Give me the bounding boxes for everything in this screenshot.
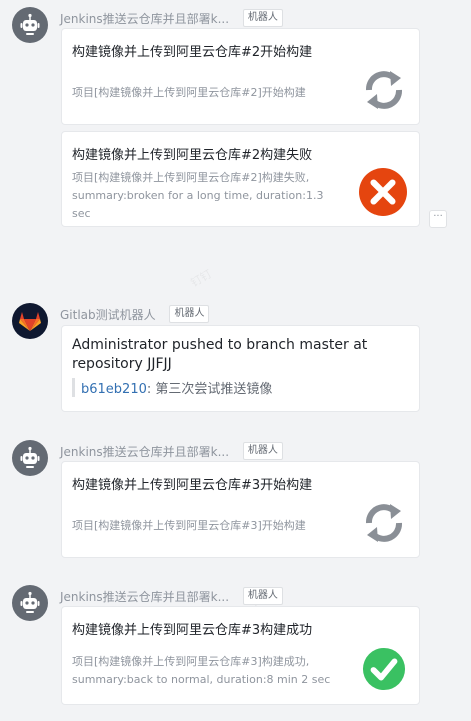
- robot-icon: [20, 591, 40, 613]
- sender-name[interactable]: Jenkins推送云仓库并且部署k...: [60, 443, 229, 460]
- robot-tag: 机器人: [242, 587, 283, 605]
- commit-hash-link[interactable]: b61eb210: [81, 382, 147, 397]
- message-header: Gitlab测试机器人 机器人: [60, 305, 210, 323]
- card-title: 构建镜像并上传到阿里云仓库#3开始构建: [72, 478, 313, 493]
- card-body: 项目[构建镜像并上传到阿里云仓库#3]开始构建: [72, 519, 306, 532]
- build-start-card[interactable]: 构建镜像并上传到阿里云仓库#2开始构建 项目[构建镜像并上传到阿里云仓库#2]开…: [61, 28, 420, 125]
- robot-icon: [20, 446, 40, 468]
- success-check-icon: [362, 647, 406, 691]
- card-body: 项目[构建镜像并上传到阿里云仓库#2]构建失败, summary:broken …: [72, 171, 324, 220]
- message-header: Jenkins推送云仓库并且部署k... 机器人: [60, 442, 283, 460]
- robot-avatar[interactable]: [12, 585, 48, 621]
- card-body: 项目[构建镜像并上传到阿里云仓库#3]构建成功, summary:back to…: [72, 655, 331, 686]
- refresh-icon: [366, 71, 402, 109]
- card-title: 构建镜像并上传到阿里云仓库#2开始构建: [72, 45, 313, 60]
- robot-avatar[interactable]: [12, 440, 48, 476]
- commit-line: b61eb210: 第三次尝试推送镜像: [72, 378, 272, 397]
- commit-message: 第三次尝试推送镜像: [155, 382, 273, 397]
- watermark: 钉钉: [188, 267, 215, 290]
- card-title: 构建镜像并上传到阿里云仓库#2构建失败: [72, 148, 313, 163]
- build-success-card[interactable]: 构建镜像并上传到阿里云仓库#3构建成功 项目[构建镜像并上传到阿里云仓库#3]构…: [61, 606, 420, 705]
- push-summary: Administrator pushed to branch master at…: [72, 337, 368, 372]
- gitlab-push-card[interactable]: Administrator pushed to branch master at…: [61, 325, 420, 412]
- more-actions-button[interactable]: ···: [429, 210, 447, 228]
- robot-tag: 机器人: [242, 9, 283, 27]
- message-header: Jenkins推送云仓库并且部署k... 机器人: [60, 9, 283, 27]
- robot-avatar[interactable]: [12, 7, 48, 43]
- build-start-card[interactable]: 构建镜像并上传到阿里云仓库#3开始构建 项目[构建镜像并上传到阿里云仓库#3]开…: [61, 461, 420, 558]
- sender-name[interactable]: Jenkins推送云仓库并且部署k...: [60, 10, 229, 27]
- gitlab-fox-icon: [19, 312, 41, 331]
- build-fail-card[interactable]: 构建镜像并上传到阿里云仓库#2构建失败 项目[构建镜像并上传到阿里云仓库#2]构…: [61, 131, 420, 227]
- message-header: Jenkins推送云仓库并且部署k... 机器人: [60, 587, 283, 605]
- gitlab-avatar[interactable]: [12, 303, 48, 339]
- card-title: 构建镜像并上传到阿里云仓库#3构建成功: [72, 623, 313, 638]
- robot-tag: 机器人: [242, 442, 283, 460]
- commit-separator: :: [146, 382, 152, 397]
- refresh-icon: [366, 504, 402, 542]
- sender-name[interactable]: Gitlab测试机器人: [60, 306, 156, 323]
- sender-name[interactable]: Jenkins推送云仓库并且部署k...: [60, 588, 229, 605]
- card-body: 项目[构建镜像并上传到阿里云仓库#2]开始构建: [72, 86, 306, 99]
- robot-tag: 机器人: [169, 305, 210, 323]
- robot-icon: [20, 13, 40, 35]
- fail-x-icon: [359, 168, 407, 216]
